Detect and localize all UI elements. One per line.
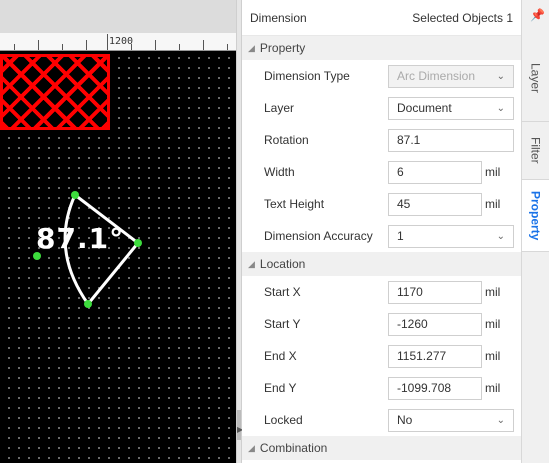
unit-label: mil (485, 197, 501, 211)
rotation-input[interactable]: 87.1 (388, 128, 514, 152)
handle-point[interactable] (134, 239, 142, 247)
width-input[interactable]: 6 (388, 160, 482, 184)
unit-label: mil (485, 349, 501, 363)
locked-select[interactable]: No ⌄ (388, 408, 514, 432)
row-width: Width 6 mil (242, 156, 521, 188)
row-start-y: Start Y -1260 mil (242, 308, 521, 340)
unit-label: mil (485, 165, 501, 179)
row-text-height: Text Height 45 mil (242, 188, 521, 220)
tab-layer[interactable]: Layer (522, 36, 549, 122)
chevron-down-icon: ⌄ (496, 414, 505, 426)
tab-filter[interactable]: Filter (522, 122, 549, 180)
chevron-down-icon: ⌄ (496, 70, 505, 82)
chevron-down-icon: ⌄ (496, 230, 505, 242)
side-tabs: 📌 Layer Filter Property (521, 0, 549, 463)
pcb-canvas[interactable]: 1200 87.1° (0, 0, 236, 463)
property-panel: Dimension Selected Objects 1 ◢ Property … (242, 0, 521, 463)
panel-title: Dimension (250, 10, 307, 25)
dimension-type-select: Arc Dimension ⌄ (388, 64, 514, 88)
section-location[interactable]: ◢ Location (242, 252, 521, 276)
row-end-y: End Y -1099.708 mil (242, 372, 521, 404)
row-start-x: Start X 1170 mil (242, 276, 521, 308)
selected-count: Selected Objects 1 (412, 10, 513, 25)
chevron-down-icon: ⌄ (496, 102, 505, 114)
start-x-input[interactable]: 1170 (388, 280, 482, 304)
row-dimension-type: Dimension Type Arc Dimension ⌄ (242, 60, 521, 92)
collapse-caret-icon: ◢ (248, 258, 255, 269)
handle-point[interactable] (84, 300, 92, 308)
collapse-caret-icon: ◢ (248, 42, 255, 53)
unit-label: mil (485, 285, 501, 299)
tab-property[interactable]: Property (522, 180, 549, 252)
unit-label: mil (485, 317, 501, 331)
panel-header: Dimension Selected Objects 1 (242, 0, 521, 36)
text-height-input[interactable]: 45 (388, 192, 482, 216)
pin-icon[interactable]: 📌 (530, 8, 545, 22)
layer-select[interactable]: Document ⌄ (388, 96, 514, 120)
collapse-caret-icon: ◢ (248, 442, 255, 453)
row-end-x: End X 1151.277 mil (242, 340, 521, 372)
unit-label: mil (485, 381, 501, 395)
end-y-input[interactable]: -1099.708 (388, 376, 482, 400)
section-combination[interactable]: ◢ Combination (242, 436, 521, 460)
section-property[interactable]: ◢ Property (242, 36, 521, 60)
accuracy-select[interactable]: 1 ⌄ (388, 224, 514, 248)
row-dimension-accuracy: Dimension Accuracy 1 ⌄ (242, 220, 521, 252)
row-layer: Layer Document ⌄ (242, 92, 521, 124)
row-locked: Locked No ⌄ (242, 404, 521, 436)
end-x-input[interactable]: 1151.277 (388, 344, 482, 368)
handle-point[interactable] (71, 191, 79, 199)
dimension-text[interactable]: 87.1° (36, 222, 124, 255)
start-y-input[interactable]: -1260 (388, 312, 482, 336)
row-rotation: Rotation 87.1 (242, 124, 521, 156)
